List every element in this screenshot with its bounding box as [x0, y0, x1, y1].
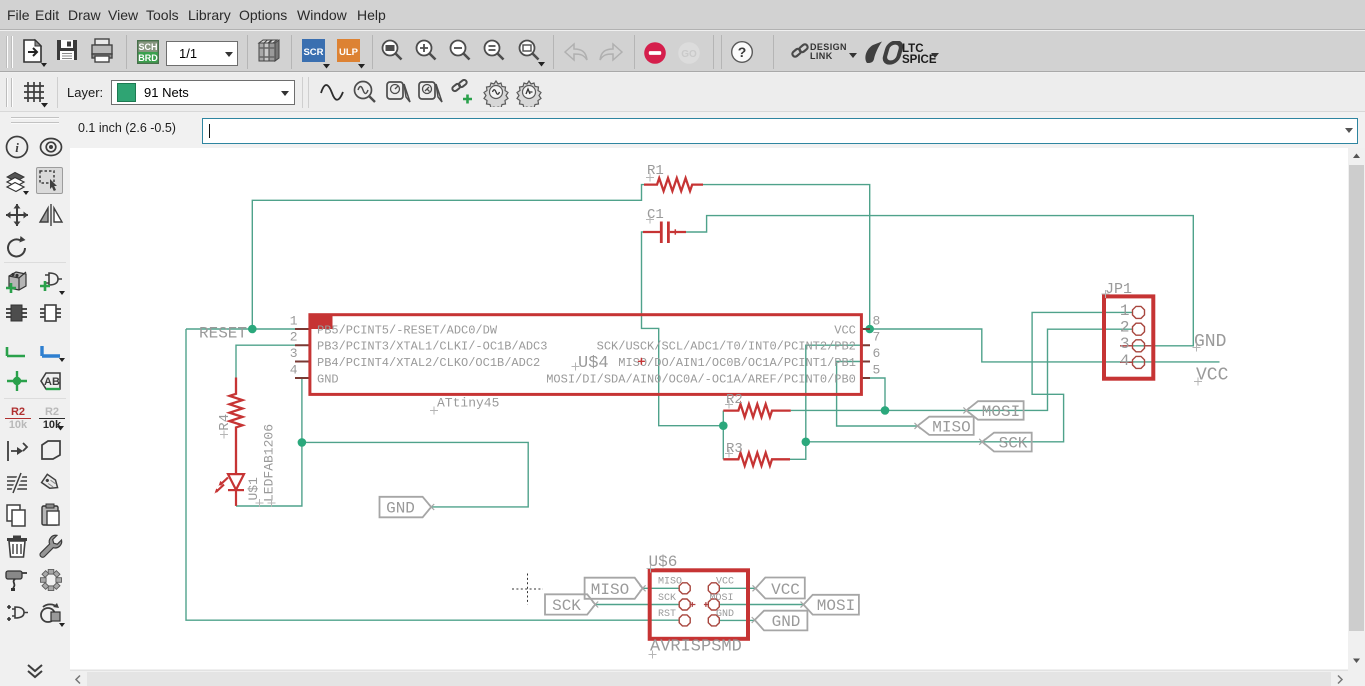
- svg-text:RST: RST: [658, 609, 676, 620]
- svg-text:BRD: BRD: [138, 53, 158, 63]
- svg-text:MOSI: MOSI: [982, 403, 1020, 421]
- svg-text:U$1: U$1: [246, 477, 261, 501]
- svg-text:VCC: VCC: [1196, 366, 1229, 386]
- svg-text:GO: GO: [681, 49, 697, 60]
- svg-text:VCC: VCC: [716, 577, 734, 588]
- svg-text:U$4: U$4: [578, 354, 609, 373]
- svg-text:PB3/PCINT3/XTAL1/CLKI/-OC1B/AD: PB3/PCINT3/XTAL1/CLKI/-OC1B/ADC3: [317, 340, 547, 354]
- svg-text:GND: GND: [386, 499, 415, 517]
- svg-text:MOSI: MOSI: [817, 597, 855, 615]
- svg-text:MISO: MISO: [591, 581, 629, 599]
- svg-text:GND: GND: [1194, 332, 1226, 352]
- svg-text:8: 8: [873, 314, 881, 329]
- svg-text:1: 1: [290, 314, 298, 329]
- svg-text:4: 4: [290, 362, 298, 377]
- svg-text:VCC: VCC: [771, 581, 800, 599]
- svg-text:2: 2: [290, 330, 298, 345]
- svg-text:SCK/USCK/SCL/ADC1/T0/INT0/PCIN: SCK/USCK/SCL/ADC1/T0/INT0/PCINT2/PB2: [597, 340, 856, 354]
- svg-text:SCK: SCK: [999, 434, 1028, 452]
- svg-text:3: 3: [290, 346, 298, 361]
- svg-text:6: 6: [873, 346, 881, 361]
- svg-text:MISO: MISO: [932, 418, 970, 436]
- svg-text:SCK: SCK: [552, 597, 581, 615]
- svg-text:SCR: SCR: [303, 47, 323, 58]
- svg-text:GND: GND: [772, 613, 801, 631]
- svg-text:AVRISPSMD: AVRISPSMD: [650, 638, 742, 657]
- svg-text:VCC: VCC: [834, 324, 856, 338]
- svg-text:4: 4: [1120, 352, 1130, 370]
- svg-text:?: ?: [738, 44, 747, 60]
- svg-text:MOSI: MOSI: [710, 593, 734, 604]
- svg-text:MISO/DO/AIN1/OC0B/OC1A/PCINT1/: MISO/DO/AIN1/OC0B/OC1A/PCINT1/PB1: [618, 356, 856, 370]
- svg-text:GND: GND: [317, 373, 339, 387]
- svg-text:i: i: [15, 140, 19, 155]
- svg-text:LEDFAB1206: LEDFAB1206: [262, 424, 277, 502]
- svg-text:PB4/PCINT4/XTAL2/CLKO/OC1B/ADC: PB4/PCINT4/XTAL2/CLKO/OC1B/ADC2: [317, 356, 540, 370]
- svg-text:RESET: RESET: [199, 325, 247, 343]
- svg-text:ATtiny45: ATtiny45: [437, 396, 499, 411]
- svg-text:5: 5: [873, 362, 881, 377]
- svg-text:R4: R4: [217, 414, 233, 431]
- svg-text:3: 3: [1120, 335, 1130, 353]
- svg-text:MISO: MISO: [658, 577, 682, 588]
- svg-text:JP1: JP1: [1105, 281, 1132, 298]
- svg-text:PB5/PCINT5/-RESET/ADC0/DW: PB5/PCINT5/-RESET/ADC0/DW: [317, 324, 498, 338]
- svg-text:ULP: ULP: [339, 47, 359, 58]
- svg-text:SCK: SCK: [658, 593, 676, 604]
- svg-text:AB: AB: [44, 376, 60, 388]
- svg-text:2: 2: [1120, 319, 1130, 337]
- svg-text:GND: GND: [716, 609, 734, 620]
- svg-text:MOSI/DI/SDA/AIN0/OC0A/-OC1A/AR: MOSI/DI/SDA/AIN0/OC0A/-OC1A/AREF/PCINT0/…: [546, 373, 856, 387]
- svg-text:SCH: SCH: [138, 42, 157, 52]
- svg-text:7: 7: [873, 330, 881, 345]
- svg-text:1: 1: [1120, 302, 1130, 320]
